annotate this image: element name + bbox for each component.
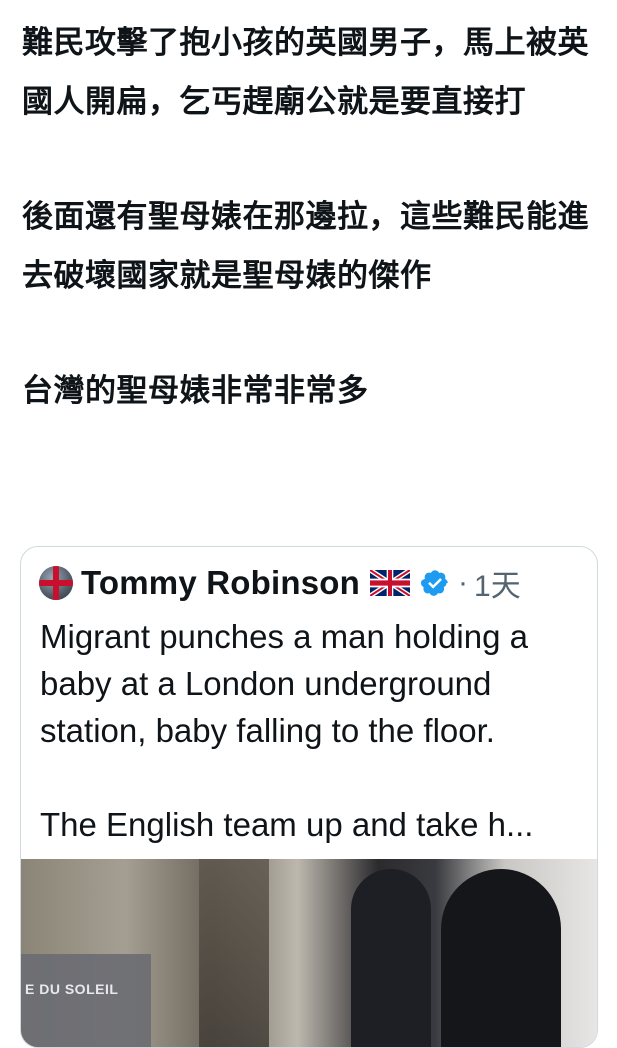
meta-separator: · [458, 566, 469, 599]
quoted-post-text-line-2: The English team up and take h... [40, 806, 534, 843]
post-body: 難民攻擊了抱小孩的英國男子，馬上被英國人開扁，乞丐趕廟公就是要直接打 後面還有聖… [22, 14, 597, 421]
post-paragraph-2: 後面還有聖母婊在那邊拉，這些難民能進去破壞國家就是聖母婊的傑作 [22, 199, 589, 294]
media-person [351, 869, 431, 1047]
media-poster [21, 954, 151, 1047]
quoted-post-header: Tommy Robinson · 1天 [39, 561, 521, 605]
media-overlay-text: E DU SOLEIL [25, 981, 119, 997]
media-person [441, 869, 561, 1047]
avatar[interactable] [39, 566, 73, 600]
display-name[interactable]: Tommy Robinson [81, 564, 360, 602]
timestamp[interactable]: 1天 [474, 561, 521, 605]
quoted-post-media[interactable]: E DU SOLEIL [21, 859, 597, 1047]
post-paragraph-3: 台灣的聖母婊非常非常多 [22, 373, 369, 409]
uk-flag-icon [370, 570, 411, 596]
verified-badge-icon [420, 570, 448, 596]
post-paragraph-1: 難民攻擊了抱小孩的英國男子，馬上被英國人開扁，乞丐趕廟公就是要直接打 [22, 25, 589, 120]
quoted-post-text: Migrant punches a man holding a baby at … [40, 613, 585, 848]
quoted-post-card[interactable]: Tommy Robinson · 1天 Migrant punches a ma… [20, 546, 598, 1048]
quoted-post-text-line-1: Migrant punches a man holding a baby at … [40, 618, 528, 749]
media-pillar [199, 859, 269, 1047]
